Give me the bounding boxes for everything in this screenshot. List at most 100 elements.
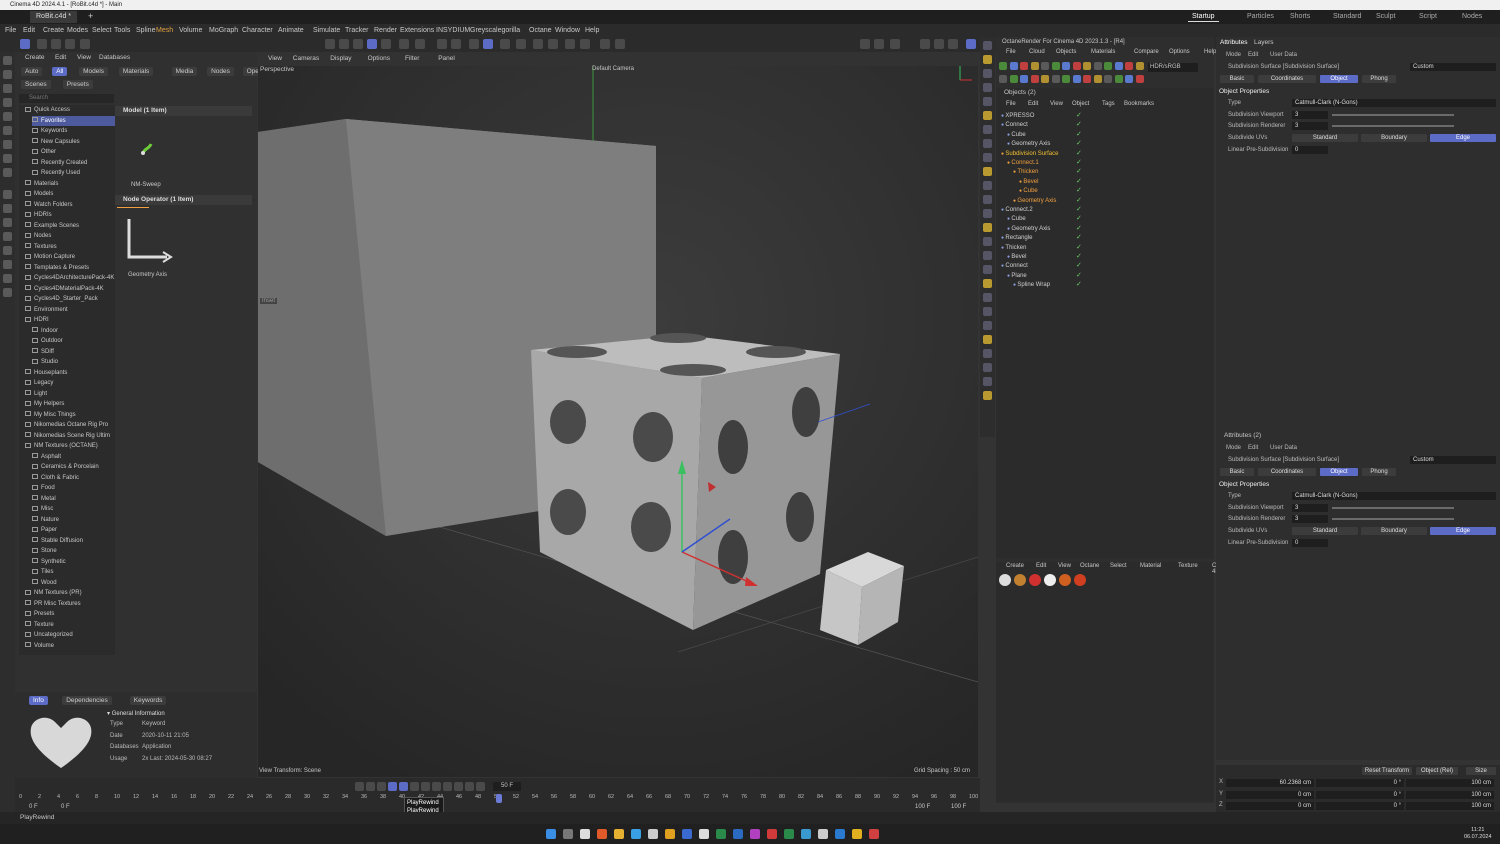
tree-item[interactable]: Stone bbox=[32, 546, 115, 556]
toolbar-tool-icon[interactable] bbox=[934, 39, 944, 49]
visibility-check-icon[interactable]: ✓ bbox=[1076, 130, 1082, 138]
tree-item[interactable]: PR Misc Textures bbox=[25, 599, 115, 609]
octane-tool-icon[interactable] bbox=[999, 62, 1007, 70]
coord-pos-field[interactable]: 0 cm bbox=[1226, 790, 1314, 799]
objects-menu-file[interactable]: File bbox=[1006, 101, 1016, 107]
octane-tool-icon[interactable] bbox=[1051, 75, 1060, 83]
timeline[interactable]: 50 F 0 2 4 6 8 10 12 14 16 18 20 22 24 26 28 30 32 34 36 38… bbox=[15, 778, 980, 812]
object-palette-icon[interactable] bbox=[983, 195, 992, 204]
attr-preset-select[interactable]: Custom bbox=[1410, 63, 1496, 71]
subfilter-presets[interactable]: Presets bbox=[62, 80, 93, 89]
attr-tab-attributes[interactable]: Attributes bbox=[1220, 39, 1247, 46]
object-palette-icon[interactable] bbox=[983, 279, 992, 288]
uvs-option-standard[interactable]: Standard bbox=[1292, 527, 1358, 535]
playback-control-icon[interactable] bbox=[388, 782, 397, 791]
object-palette-icon[interactable] bbox=[983, 307, 992, 316]
toolbar-tool-icon[interactable] bbox=[80, 39, 90, 49]
tree-item[interactable]: Watch Folders bbox=[25, 200, 115, 210]
taskbar-app-icon[interactable] bbox=[682, 829, 692, 839]
taskbar-app-icon[interactable] bbox=[784, 829, 794, 839]
layout-tab-standard[interactable]: Standard bbox=[1329, 12, 1365, 22]
octane-tool-icon[interactable] bbox=[1104, 75, 1112, 83]
material-menu-octane[interactable]: Octane bbox=[1080, 563, 1099, 569]
object-palette-icon[interactable] bbox=[983, 83, 992, 92]
octane-tool-icon[interactable] bbox=[1104, 62, 1112, 70]
asset-menu-view[interactable]: View bbox=[77, 54, 91, 61]
octane-menu-help[interactable]: Help bbox=[1204, 49, 1216, 55]
tree-item[interactable]: Keywords bbox=[32, 126, 115, 136]
visibility-check-icon[interactable]: ✓ bbox=[1076, 224, 1082, 232]
attr-value-field[interactable]: 3 bbox=[1292, 110, 1328, 119]
tree-item[interactable]: Misc bbox=[32, 504, 115, 514]
material-swatch[interactable] bbox=[1074, 574, 1086, 586]
attr-subtab-object[interactable]: Object bbox=[1320, 468, 1358, 476]
tree-item[interactable]: Textures bbox=[25, 242, 115, 252]
toolbar-tool-icon[interactable] bbox=[399, 39, 409, 49]
attr-menu-user-data[interactable]: User Data bbox=[1270, 445, 1297, 451]
visibility-check-icon[interactable]: ✓ bbox=[1076, 252, 1082, 260]
object-row[interactable]: ● Connect.2 bbox=[1001, 206, 1033, 215]
attr-value-field[interactable]: 0 bbox=[1292, 146, 1328, 154]
toolbar-tool-icon[interactable] bbox=[533, 39, 543, 49]
octane-tool-icon[interactable] bbox=[1093, 62, 1102, 70]
tree-item[interactable]: HDRI bbox=[25, 315, 115, 325]
tool-palette-icon[interactable] bbox=[3, 126, 12, 135]
tree-item[interactable]: Outdoor bbox=[32, 336, 115, 346]
menu-spline[interactable]: Spline bbox=[136, 24, 155, 37]
attr-value-field[interactable]: 3 bbox=[1292, 122, 1328, 130]
filter-media[interactable]: Media bbox=[171, 67, 198, 76]
uvs-option-boundary[interactable]: Boundary bbox=[1361, 527, 1427, 535]
object-palette-icon[interactable] bbox=[983, 97, 992, 106]
toolbar-tool-icon[interactable] bbox=[339, 39, 349, 49]
object-row[interactable]: ● Plane bbox=[1007, 272, 1027, 281]
playback-control-icon[interactable] bbox=[443, 782, 452, 791]
menu-mograph[interactable]: MoGraph bbox=[209, 24, 238, 37]
attr-value-field[interactable]: Catmull-Clark (N-Gons) bbox=[1292, 492, 1496, 500]
toolbar-tool-icon[interactable] bbox=[451, 39, 461, 49]
material-menu-texture[interactable]: Texture bbox=[1178, 563, 1198, 569]
object-row[interactable]: ● Bevel bbox=[1007, 253, 1026, 262]
tool-palette-icon[interactable] bbox=[3, 274, 12, 283]
attr-value-field[interactable]: 3 bbox=[1292, 515, 1328, 523]
taskbar-app-icon[interactable] bbox=[835, 829, 845, 839]
playback-control-icon[interactable] bbox=[476, 782, 485, 791]
octane-tool-icon[interactable] bbox=[1125, 75, 1133, 83]
reset-transform-button[interactable]: Reset Transform bbox=[1362, 767, 1412, 775]
menu-file[interactable]: File bbox=[5, 24, 16, 37]
tree-item[interactable]: Paper bbox=[32, 525, 115, 535]
uvs-option-edge[interactable]: Edge bbox=[1430, 134, 1496, 142]
material-menu-edit[interactable]: Edit bbox=[1036, 563, 1046, 569]
viewport-menu-view[interactable]: View bbox=[268, 54, 282, 64]
tree-item[interactable]: Motion Capture bbox=[25, 252, 115, 262]
tree-item[interactable]: Houseplants bbox=[25, 368, 115, 378]
coord-pos-field[interactable]: 0 cm bbox=[1226, 802, 1314, 810]
coord-rot-field[interactable]: 0 ° bbox=[1316, 779, 1404, 787]
toolbar-tool-icon[interactable] bbox=[890, 39, 900, 49]
attr-slider[interactable] bbox=[1332, 113, 1454, 116]
visibility-check-icon[interactable]: ✓ bbox=[1076, 186, 1082, 194]
object-row[interactable]: ● Cube bbox=[1007, 131, 1026, 140]
octane-menu-materials[interactable]: Materials bbox=[1091, 49, 1115, 55]
tree-item[interactable]: Example Scenes bbox=[25, 221, 115, 231]
object-palette-icon[interactable] bbox=[983, 167, 992, 176]
taskbar-app-icon[interactable] bbox=[665, 829, 675, 839]
tool-palette-icon[interactable] bbox=[3, 246, 12, 255]
visibility-check-icon[interactable]: ✓ bbox=[1076, 149, 1082, 157]
menu-window[interactable]: Window bbox=[555, 24, 580, 37]
uvs-option-boundary[interactable]: Boundary bbox=[1361, 134, 1427, 142]
tree-item[interactable]: Metal bbox=[32, 494, 115, 504]
octane-tool-icon[interactable] bbox=[1030, 62, 1039, 70]
attr-subtab-coordinates[interactable]: Coordinates bbox=[1258, 75, 1316, 83]
object-palette-icon[interactable] bbox=[983, 265, 992, 274]
taskbar-app-icon[interactable] bbox=[699, 829, 709, 839]
octane-tool-icon[interactable] bbox=[1009, 62, 1018, 70]
coord-size-field[interactable]: 100 cm bbox=[1406, 779, 1494, 787]
tree-item[interactable]: Ceramics & Porcelain bbox=[32, 462, 115, 472]
tree-item[interactable]: Favorites bbox=[32, 115, 115, 126]
playback-control-icon[interactable] bbox=[432, 782, 441, 791]
taskbar-app-icon[interactable] bbox=[733, 829, 743, 839]
playback-control-icon[interactable] bbox=[377, 782, 386, 791]
info-tab-dependencies[interactable]: Dependencies bbox=[62, 696, 112, 705]
material-menu-create[interactable]: Create bbox=[1006, 563, 1024, 569]
object-row[interactable]: ● Geometry Axis bbox=[1007, 225, 1050, 234]
